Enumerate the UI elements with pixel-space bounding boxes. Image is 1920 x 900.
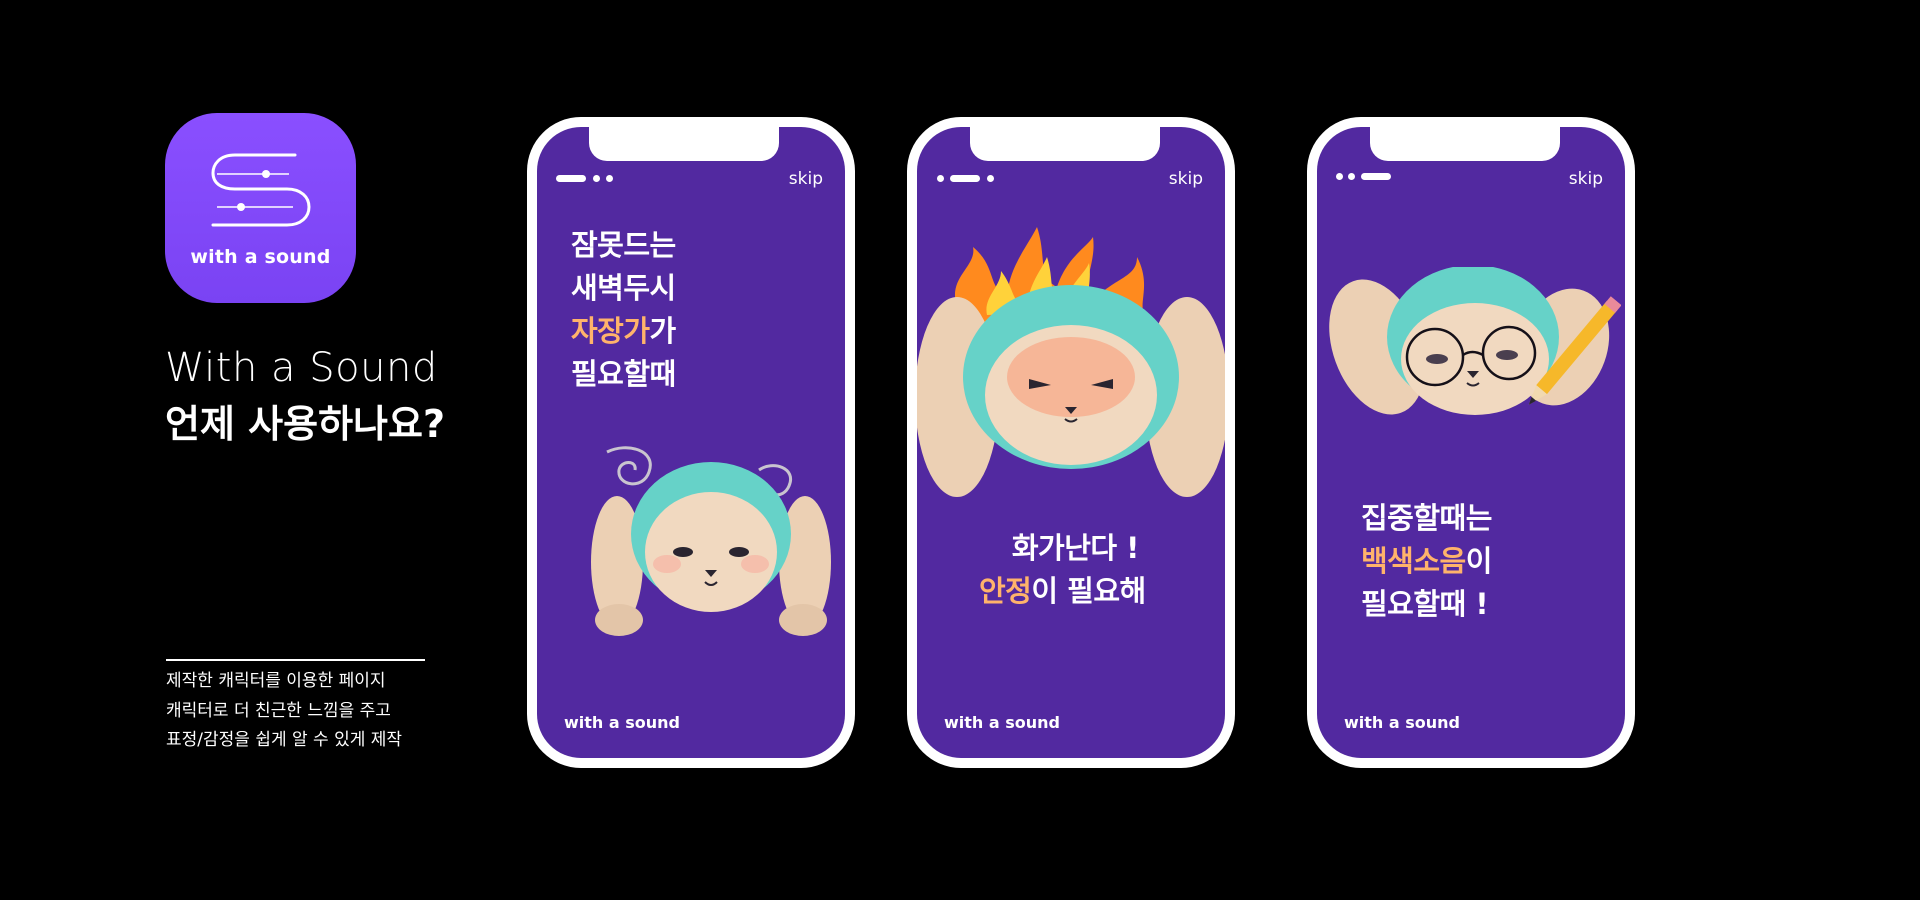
message-line: 화가난다 ! <box>1005 527 1146 570</box>
app-icon-label: with a sound <box>190 246 331 268</box>
skip-button[interactable]: skip <box>1569 169 1603 189</box>
phone-notch <box>589 127 779 161</box>
message-highlight: 안정 <box>979 574 1032 608</box>
description-line: 제작한 캐릭터를 이용한 페이지 <box>166 671 386 691</box>
brand-label: with a sound <box>564 713 680 732</box>
message-text: 필요할때 <box>571 357 676 391</box>
page-dot <box>937 175 944 182</box>
heading-korean: 언제 사용하나요? <box>165 402 445 446</box>
message-line: 백색소음이 <box>1361 540 1492 583</box>
message-highlight: 백색소음 <box>1361 544 1466 578</box>
message-text: 가 <box>649 314 677 348</box>
brand-label: with a sound <box>944 713 1060 732</box>
description: 제작한 캐릭터를 이용한 페이지 캐릭터로 더 친근한 느낌을 주고 표정/감정… <box>166 667 402 756</box>
message-text: 필요할때 ! <box>1361 587 1489 621</box>
message-text: 이 필요해 <box>1031 574 1146 608</box>
message-text: 화가난다 ! <box>1011 531 1140 565</box>
phone-screen: skip 잠못드는 새벽두시 자장가가 필요할때 with a sound <box>537 127 845 758</box>
phone-screen: skip 화가난다 ! 안정이 필요해 with a sound <box>917 127 1225 758</box>
page-dot <box>987 175 994 182</box>
message-text: 이 <box>1465 544 1493 578</box>
phone-screen: skip 집중할때는 백색소음이 필요할때 ! with a sound <box>1317 127 1625 758</box>
phone-mockup-1: skip 잠못드는 새벽두시 자장가가 필요할때 with a sound <box>527 117 855 768</box>
phone-message: 집중할때는 백색소음이 필요할때 ! <box>1361 497 1492 626</box>
divider <box>166 659 425 661</box>
phone-mockup-2: skip 화가난다 ! 안정이 필요해 with a sound <box>907 117 1235 768</box>
studying-bunny-with-glasses-icon <box>1329 267 1621 415</box>
phone-notch <box>970 127 1160 161</box>
message-line: 집중할때는 <box>1361 497 1492 540</box>
message-text: 집중할때는 <box>1361 501 1492 535</box>
page-dot <box>606 175 613 182</box>
phone-message: 잠못드는 새벽두시 자장가가 필요할때 <box>571 224 676 396</box>
page-dot-active <box>1361 173 1391 180</box>
app-icon: with a sound <box>165 113 356 303</box>
page-dot <box>1336 173 1343 180</box>
description-line: 캐릭터로 더 친근한 느낌을 주고 <box>166 700 391 721</box>
message-line: 잠못드는 <box>571 224 676 267</box>
brand-label: with a sound <box>1344 713 1460 732</box>
message-line: 새벽두시 <box>571 267 676 310</box>
message-line: 필요할때 ! <box>1361 583 1492 626</box>
skip-button[interactable]: skip <box>1169 169 1203 189</box>
page-dot-active <box>950 175 980 182</box>
skip-button[interactable]: skip <box>789 169 823 189</box>
description-line: 표정/감정을 쉽게 알 수 있게 제작 <box>166 730 403 750</box>
message-highlight: 자장가 <box>571 314 650 348</box>
message-text: 잠못드는 <box>571 228 676 262</box>
phone-mockup-3: skip 집중할때는 백색소음이 필요할때 ! with a sound <box>1307 117 1635 768</box>
message-text: 새벽두시 <box>571 271 676 305</box>
phone-message: 화가난다 ! 안정이 필요해 <box>979 527 1146 613</box>
message-line: 필요할때 <box>571 353 676 396</box>
page-dot-active <box>556 175 586 182</box>
s-slider-logo-icon <box>211 153 311 227</box>
sleepy-bunny-character-icon <box>591 446 831 636</box>
page-dot <box>593 175 600 182</box>
phone-notch <box>1370 127 1560 161</box>
page-dot <box>1348 173 1355 180</box>
message-line: 자장가가 <box>571 310 676 353</box>
angry-bunny-with-flames-icon <box>917 227 1225 497</box>
message-line: 안정이 필요해 <box>979 570 1146 613</box>
heading-english: With a Sound <box>165 345 438 391</box>
